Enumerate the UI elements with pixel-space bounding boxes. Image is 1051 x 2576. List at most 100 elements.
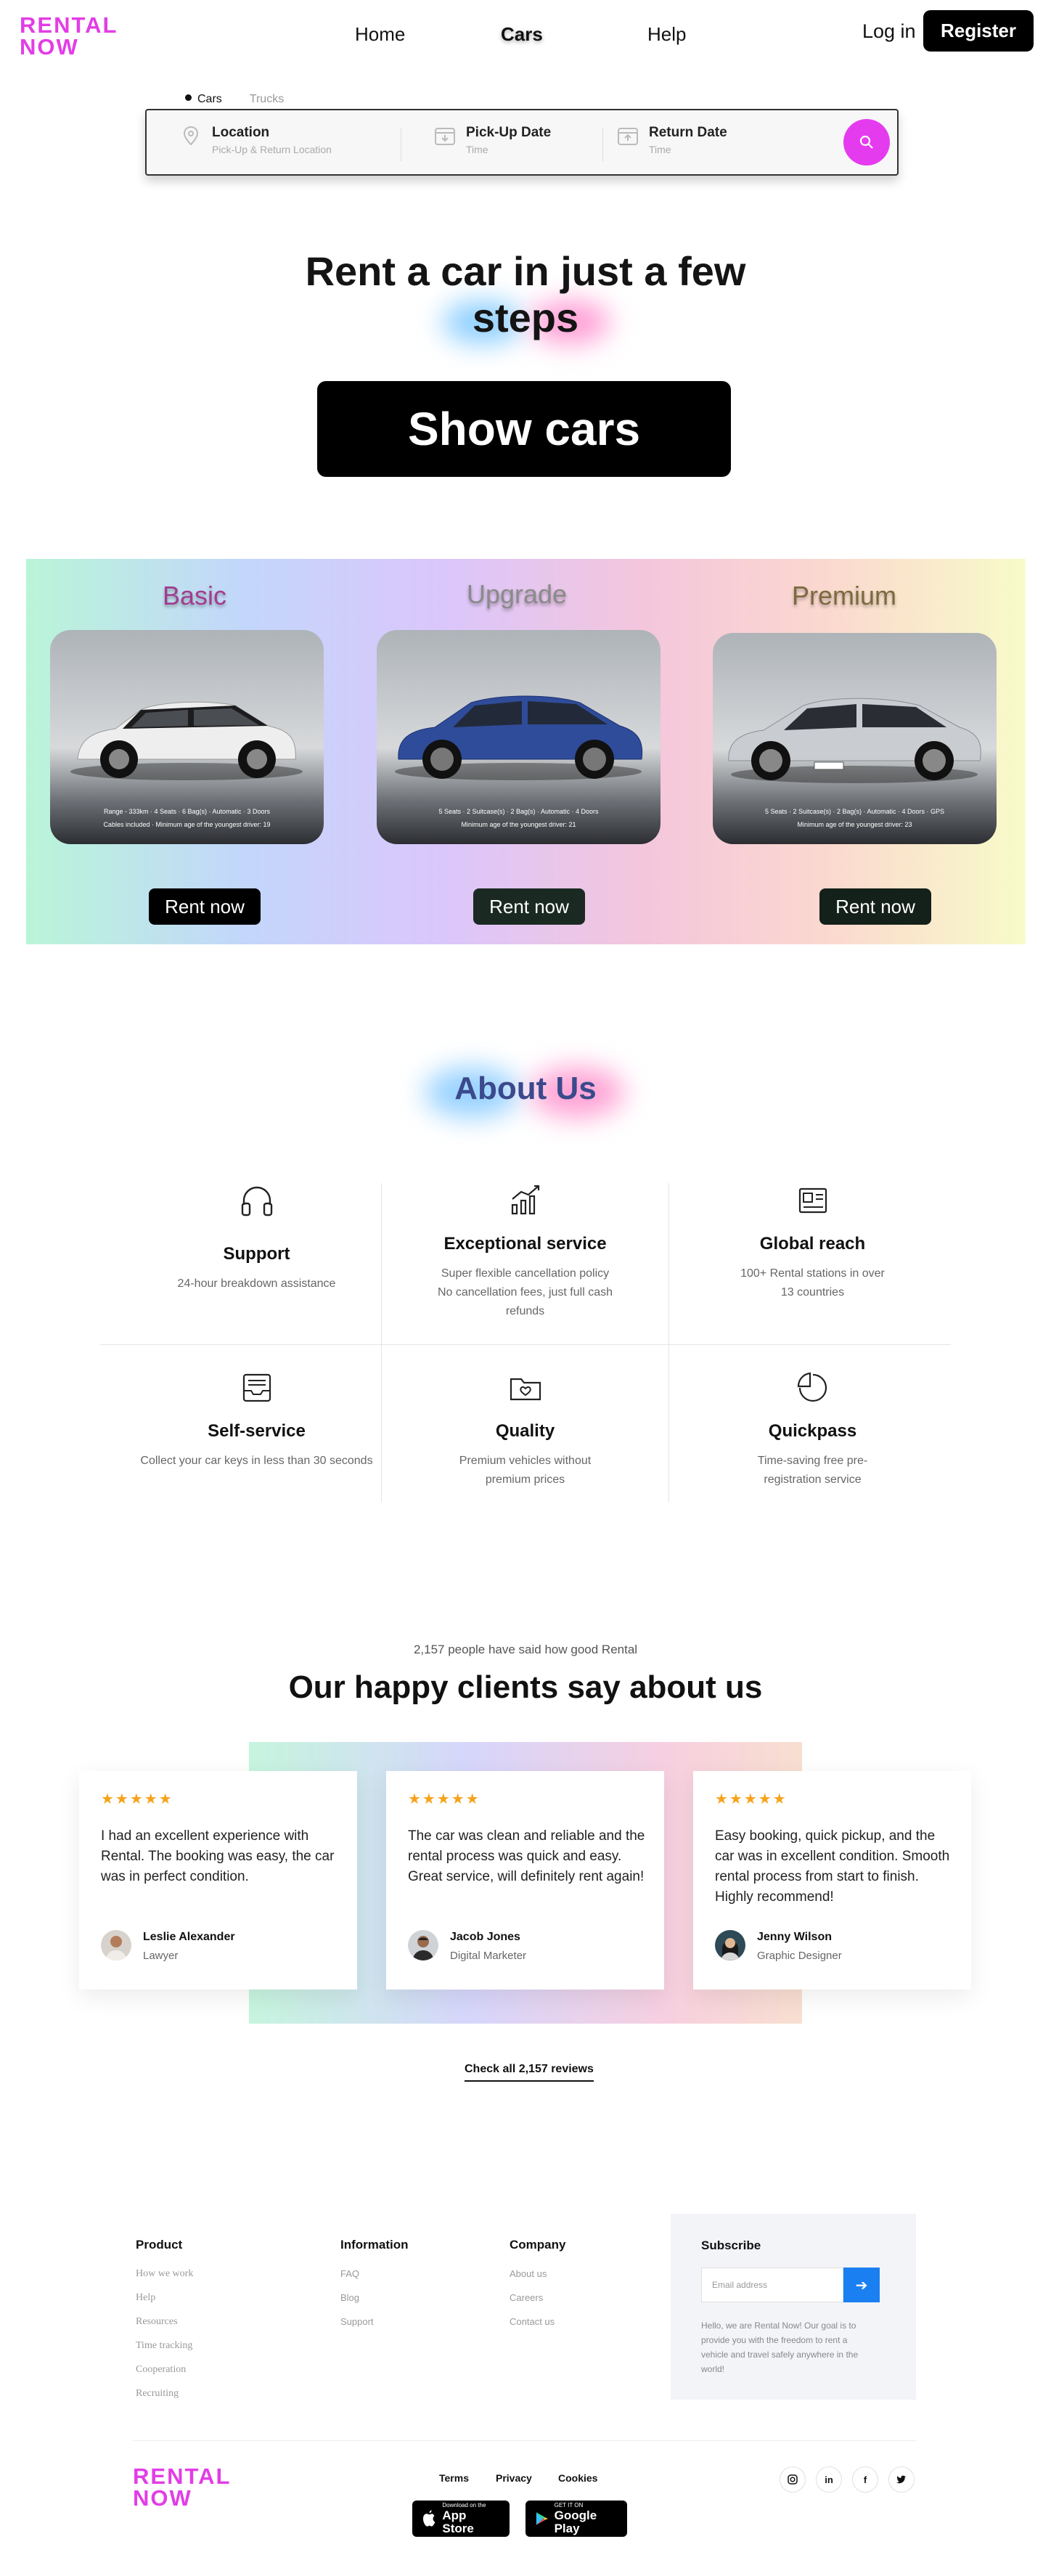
review-card: ★★★★★ Easy booking, quick pickup, and th… — [693, 1771, 971, 1990]
instagram-icon[interactable] — [780, 2466, 806, 2493]
login-link[interactable]: Log in — [862, 20, 916, 43]
twitter-icon[interactable] — [888, 2466, 915, 2493]
footer-link[interactable]: About us — [510, 2268, 565, 2279]
reviews-title: Our happy clients say about us — [288, 1669, 763, 1705]
footer-link[interactable]: Support — [340, 2316, 409, 2327]
footer-link[interactable]: Time tracking — [136, 2340, 193, 2352]
review-text: The car was clean and reliable and the r… — [408, 1828, 645, 1884]
feature-title: Quality — [495, 1421, 555, 1441]
footer-link[interactable]: Recruiting — [136, 2388, 193, 2400]
feature-title: Global reach — [759, 1234, 866, 1254]
avatar — [715, 1930, 745, 1960]
search-bar: Location Pick-Up & Return Location Pick-… — [145, 109, 899, 176]
location-label: Location — [212, 125, 270, 140]
tab-cars[interactable]: Cars — [185, 93, 222, 106]
check-all-reviews-link[interactable]: Check all 2,157 reviews — [465, 2063, 594, 2082]
footer-link[interactable]: Careers — [510, 2292, 565, 2303]
divider — [602, 128, 603, 161]
spec-line: Cables included · Minimum age of the you… — [103, 821, 271, 828]
plan-upgrade-card[interactable]: 5 Seats · 2 Suitcase(s) · 2 Bag(s) · Aut… — [377, 630, 661, 844]
avatar — [408, 1930, 438, 1960]
footer-logo[interactable]: RENTAL NOW — [133, 2463, 232, 2511]
plan-basic-title: Basic — [162, 581, 227, 610]
nav-cars[interactable]: Cars — [501, 23, 543, 46]
footer-link[interactable]: How we work — [136, 2268, 193, 2280]
footer-link[interactable]: Cooperation — [136, 2364, 193, 2376]
footer-link[interactable]: Help — [136, 2292, 193, 2304]
reviewer-name: Jenny Wilson — [757, 1931, 832, 1943]
return-time-placeholder: Time — [649, 144, 671, 155]
inbox-icon — [238, 1369, 276, 1407]
footer-link[interactable]: Contact us — [510, 2316, 565, 2327]
plan-premium-card[interactable]: 5 Seats · 2 Suitcase(s) · 2 Bag(s) · Aut… — [713, 633, 997, 844]
location-field[interactable]: Location Pick-Up & Return Location — [180, 125, 332, 155]
footer-link[interactable]: FAQ — [340, 2268, 409, 2279]
footer-column-title: Product — [136, 2238, 183, 2252]
plan-premium-specs: 5 Seats · 2 Suitcase(s) · 2 Bag(s) · Aut… — [713, 805, 997, 831]
rent-premium-button[interactable]: Rent now — [819, 888, 931, 925]
terms-link[interactable]: Terms — [439, 2472, 469, 2484]
hero-title-line-1: Rent a car in just a few — [305, 248, 746, 294]
plan-upgrade-specs: 5 Seats · 2 Suitcase(s) · 2 Bag(s) · Aut… — [377, 805, 661, 831]
footer-information-column: Information FAQ Blog Support — [340, 2238, 409, 2340]
arrow-right-icon: ➔ — [855, 2277, 868, 2294]
return-date-label: Return Date — [649, 125, 727, 140]
reviewer-name: Jacob Jones — [450, 1931, 520, 1943]
app-store-big-text: App Store — [442, 2508, 474, 2535]
logo-line-1: RENTAL — [133, 2463, 232, 2489]
footer-product-column: Product How we work Help Resources Time … — [136, 2238, 193, 2412]
headphones-icon — [238, 1182, 276, 1219]
tab-trucks[interactable]: Trucks — [250, 93, 284, 106]
feature-exceptional-service: Exceptional service Super flexible cance… — [382, 1182, 668, 1321]
location-pin-icon — [180, 125, 202, 147]
hero-title-line-2: steps — [472, 295, 579, 340]
reviewer-role: Lawyer — [143, 1950, 179, 1962]
google-play-button[interactable]: GET IT ON Google Play — [526, 2501, 627, 2537]
footer-company-column: Company About us Careers Contact us — [510, 2238, 565, 2340]
feature-desc: 100+ Rental stations in over 13 countrie… — [740, 1267, 885, 1299]
footer-column-title: Information — [340, 2238, 409, 2252]
logo-line-2: NOW — [133, 2485, 192, 2511]
app-store-button[interactable]: Download on the App Store — [412, 2501, 510, 2537]
facebook-icon[interactable]: f — [852, 2466, 878, 2493]
feature-title: Quickpass — [768, 1421, 857, 1441]
reviews-count-text: 2,157 people have said how good Rental — [413, 1643, 638, 1656]
footer-link[interactable]: Blog — [340, 2292, 409, 2303]
avatar — [101, 1930, 131, 1960]
privacy-link[interactable]: Privacy — [496, 2472, 532, 2484]
nav-help[interactable]: Help — [647, 23, 686, 46]
subscribe-description: Hello, we are Rental Now! Our goal is to… — [701, 2321, 859, 2374]
plan-premium-title: Premium — [791, 581, 897, 610]
return-date-field[interactable]: Return Date Time — [617, 125, 727, 155]
reviewer-role: Graphic Designer — [757, 1950, 842, 1962]
subscribe-button[interactable]: ➔ — [843, 2268, 880, 2302]
reviewer-name: Leslie Alexander — [143, 1931, 235, 1943]
pickup-date-field[interactable]: Pick-Up Date Time — [434, 125, 551, 155]
plan-basic-card[interactable]: Range - 333km · 4 Seats · 6 Bag(s) · Aut… — [50, 630, 324, 844]
logo[interactable]: RENTAL NOW — [20, 14, 118, 58]
register-button[interactable]: Register — [923, 10, 1034, 52]
divider — [100, 1344, 951, 1345]
search-icon — [859, 135, 873, 149]
vehicle-tabs: Cars Trucks — [185, 93, 284, 106]
location-placeholder: Pick-Up & Return Location — [212, 144, 332, 155]
search-button[interactable] — [843, 119, 890, 165]
feature-quickpass: Quickpass Time-saving free pre-registrat… — [669, 1369, 956, 1489]
folder-heart-icon — [507, 1369, 544, 1407]
show-cars-button[interactable]: Show cars — [317, 381, 731, 477]
rent-upgrade-button[interactable]: Rent now — [473, 888, 585, 925]
about-title: About Us — [454, 1071, 597, 1106]
feature-desc: Super flexible cancellation policy No ca… — [437, 1267, 613, 1317]
email-input[interactable]: Email address — [701, 2268, 843, 2302]
footer-link[interactable]: Resources — [136, 2316, 193, 2328]
spec-line: 5 Seats · 2 Suitcase(s) · 2 Bag(s) · Aut… — [438, 808, 599, 815]
review-text: Easy booking, quick pickup, and the car … — [715, 1828, 950, 1905]
linkedin-icon[interactable]: in — [816, 2466, 842, 2493]
feature-global-reach: Global reach 100+ Rental stations in ove… — [669, 1182, 956, 1302]
rating-stars: ★★★★★ — [715, 1791, 788, 1807]
rent-basic-button[interactable]: Rent now — [149, 888, 261, 925]
nav-home[interactable]: Home — [355, 23, 405, 46]
cookies-link[interactable]: Cookies — [558, 2472, 597, 2484]
spec-line: Minimum age of the youngest driver: 23 — [797, 821, 912, 828]
plan-basic-specs: Range - 333km · 4 Seats · 6 Bag(s) · Aut… — [50, 805, 324, 831]
